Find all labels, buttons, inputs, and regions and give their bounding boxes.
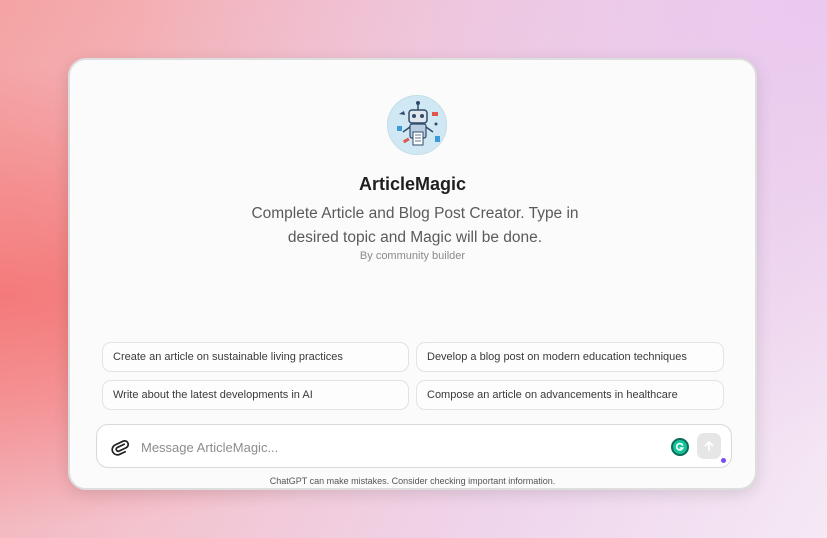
suggestion-button[interactable]: Compose an article on advancements in he… (416, 380, 724, 410)
disclaimer-text: ChatGPT can make mistakes. Consider chec… (269, 476, 556, 486)
gpt-name: ArticleMagic (358, 174, 467, 194)
suggestion-label: Create an article on sustainable living … (113, 351, 343, 363)
robot-writer-icon (388, 96, 446, 154)
send-button[interactable] (697, 433, 721, 459)
gpt-preview-card: ArticleMagic Complete Article and Blog P… (68, 58, 757, 490)
grammarly-icon[interactable] (671, 438, 689, 456)
suggestion-button[interactable]: Develop a blog post on modern education … (416, 342, 724, 372)
gpt-description: Complete Article and Blog Post Creator. … (251, 205, 579, 246)
suggestion-label: Write about the latest developments in A… (113, 389, 313, 401)
gpt-avatar (387, 95, 447, 155)
suggestion-button[interactable]: Create an article on sustainable living … (102, 342, 409, 372)
suggestion-button[interactable]: Write about the latest developments in A… (102, 380, 409, 410)
arrow-up-icon (704, 441, 714, 452)
paperclip-icon[interactable] (111, 437, 130, 457)
suggestion-label: Develop a blog post on modern education … (427, 351, 687, 363)
gpt-author: By community builder (359, 250, 466, 262)
suggestion-label: Compose an article on advancements in he… (427, 389, 678, 401)
message-input[interactable] (141, 435, 621, 459)
status-dot (721, 458, 726, 463)
message-composer (96, 424, 732, 468)
